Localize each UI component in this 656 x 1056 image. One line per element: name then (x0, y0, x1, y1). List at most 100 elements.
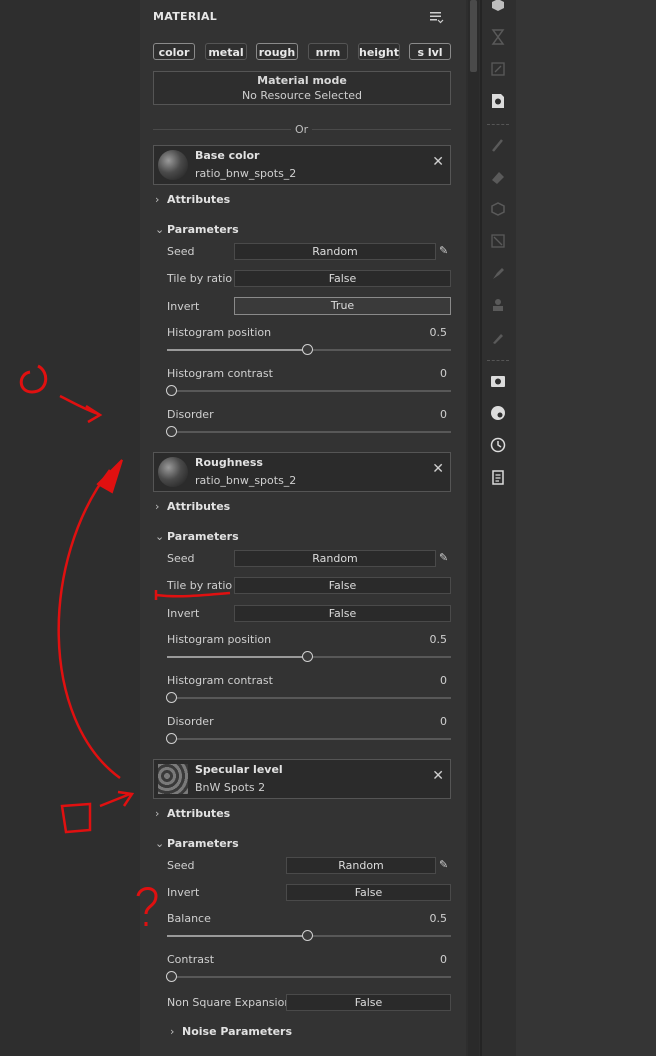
projection-cube-icon[interactable] (489, 200, 507, 218)
close-icon[interactable]: ✕ (432, 154, 444, 170)
histogram-contrast-value: 0 (440, 674, 447, 687)
channel-rough-button[interactable]: rough (256, 43, 298, 60)
roughness-thumbnail (158, 457, 188, 487)
roughness-title: Roughness (195, 456, 263, 469)
contrast-label: Contrast (167, 953, 215, 966)
histogram-position-label: Histogram position (167, 633, 272, 646)
slider-knob[interactable] (166, 692, 177, 703)
hourglass-icon[interactable] (489, 28, 507, 46)
base-color-parameters-toggle[interactable]: ⌄ Parameters (155, 223, 239, 236)
slider-knob[interactable] (302, 930, 313, 941)
channel-metal-button[interactable]: metal (205, 43, 247, 60)
channel-color-button[interactable]: color (153, 43, 195, 60)
disorder-slider[interactable] (167, 738, 451, 740)
material-cube-icon[interactable] (489, 0, 507, 14)
slider-knob[interactable] (166, 971, 177, 982)
seed-random-button[interactable]: Random (234, 243, 436, 260)
histogram-position-value: 0.5 (429, 633, 448, 646)
invert-label: Invert (167, 300, 200, 313)
resize-icon[interactable] (489, 60, 507, 78)
histogram-contrast-slider[interactable] (167, 390, 451, 392)
pencil-icon[interactable]: ✎ (439, 858, 448, 871)
roughness-resource-slot[interactable]: Roughness ratio_bnw_spots_2 ✕ (153, 452, 451, 492)
roughness-parameters-toggle[interactable]: ⌄ Parameters (155, 530, 239, 543)
page-search-icon[interactable] (489, 92, 507, 110)
annotation-arrow-to-specular (99, 790, 135, 808)
clone-stamp-icon[interactable] (489, 296, 507, 314)
smudge-icon[interactable] (489, 264, 507, 282)
channel-slvl-button[interactable]: s lvl (409, 43, 451, 60)
chevron-right-icon: › (155, 193, 160, 206)
seed-label: Seed (167, 859, 195, 872)
contrast-slider[interactable] (167, 976, 451, 978)
disorder-value: 0 (440, 715, 447, 728)
menu-icon[interactable] (428, 9, 444, 25)
pencil-icon[interactable]: ✎ (439, 551, 448, 564)
parameters-label: Parameters (167, 837, 239, 850)
invert-toggle[interactable]: False (286, 884, 451, 901)
color-picker-icon[interactable] (489, 328, 507, 346)
history-icon[interactable] (489, 436, 507, 454)
chevron-down-icon: ⌄ (155, 530, 165, 543)
specular-thumbnail (158, 764, 188, 794)
seed-random-button[interactable]: Random (234, 550, 436, 567)
invert-toggle[interactable]: False (234, 605, 451, 622)
invert-toggle[interactable]: True (234, 297, 451, 315)
histogram-position-label: Histogram position (167, 326, 272, 339)
annotation-curved-arrow (57, 469, 121, 780)
channel-height-button[interactable]: height (358, 43, 400, 60)
chevron-right-icon: › (170, 1025, 175, 1038)
disorder-slider[interactable] (167, 431, 451, 433)
brush-icon[interactable] (489, 136, 507, 154)
eraser-icon[interactable] (489, 168, 507, 186)
contrast-value: 0 (440, 953, 447, 966)
material-mode-status: No Resource Selected (241, 89, 363, 102)
base-color-attributes-toggle[interactable]: › Attributes (155, 193, 230, 206)
slider-knob[interactable] (302, 344, 313, 355)
slider-knob[interactable] (166, 385, 177, 396)
base-color-thumbnail (158, 150, 188, 180)
tile-by-ratio-label: Tile by ratio (167, 579, 233, 592)
panel-title: MATERIAL (153, 10, 218, 23)
specular-attributes-toggle[interactable]: › Attributes (155, 807, 230, 820)
tile-by-ratio-toggle[interactable]: False (234, 270, 451, 287)
seed-random-button[interactable]: Random (286, 857, 436, 874)
specular-resource-name: BnW Spots 2 (195, 781, 266, 794)
tool-toolbar (482, 0, 516, 1056)
close-icon[interactable]: ✕ (432, 768, 444, 784)
noise-parameters-toggle[interactable]: › Noise Parameters (170, 1025, 292, 1038)
specular-resource-slot[interactable]: Specular level BnW Spots 2 ✕ (153, 759, 451, 799)
slider-fill (167, 935, 309, 937)
slider-knob[interactable] (302, 651, 313, 662)
non-square-expansion-label: Non Square Expansion (167, 996, 292, 1009)
slider-knob[interactable] (166, 426, 177, 437)
chevron-down-icon: ⌄ (155, 223, 165, 236)
tile-by-ratio-label: Tile by ratio (167, 272, 233, 285)
disorder-label: Disorder (167, 715, 214, 728)
tile-by-ratio-toggle[interactable]: False (234, 577, 451, 594)
non-square-expansion-toggle[interactable]: False (286, 994, 451, 1011)
channel-nrm-button[interactable]: nrm (308, 43, 348, 60)
roughness-attributes-toggle[interactable]: › Attributes (155, 500, 230, 513)
close-icon[interactable]: ✕ (432, 461, 444, 477)
balance-value: 0.5 (429, 912, 448, 925)
camera-settings-icon[interactable] (489, 372, 507, 390)
or-label: Or (291, 123, 313, 136)
slider-knob[interactable] (166, 733, 177, 744)
polygon-fill-icon[interactable] (489, 232, 507, 250)
base-color-resource-slot[interactable]: Base color ratio_bnw_spots_2 ✕ (153, 145, 451, 185)
globe-settings-icon[interactable] (489, 404, 507, 422)
chevron-right-icon: › (155, 500, 160, 513)
specular-parameters-toggle[interactable]: ⌄ Parameters (155, 837, 239, 850)
clipboard-icon[interactable] (489, 468, 507, 486)
slider-fill (167, 349, 309, 351)
disorder-value: 0 (440, 408, 447, 421)
scrollbar-track[interactable] (468, 0, 479, 1056)
material-mode-slot[interactable]: Material mode No Resource Selected (153, 71, 451, 105)
histogram-contrast-slider[interactable] (167, 697, 451, 699)
chevron-down-icon: ⌄ (155, 837, 165, 850)
parameters-label: Parameters (167, 530, 239, 543)
roughness-resource-name: ratio_bnw_spots_2 (195, 474, 297, 487)
pencil-icon[interactable]: ✎ (439, 244, 448, 257)
scrollbar-thumb[interactable] (470, 0, 477, 72)
